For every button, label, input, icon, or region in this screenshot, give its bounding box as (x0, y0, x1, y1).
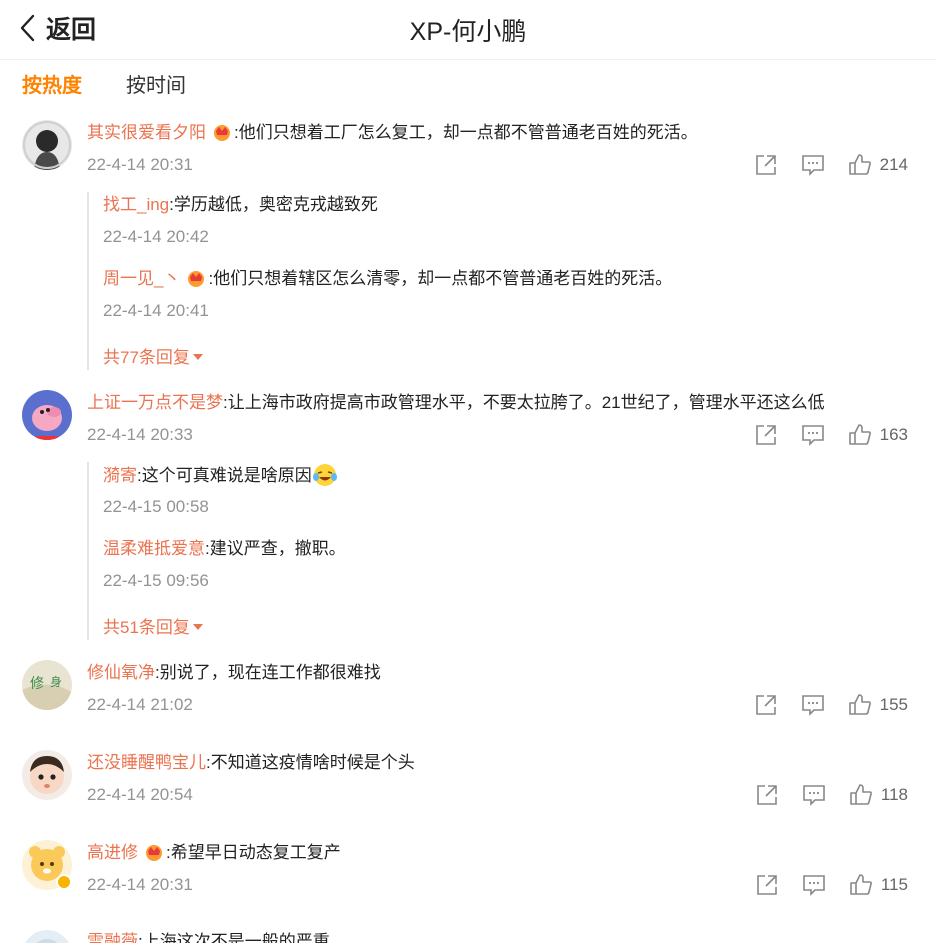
avatar[interactable] (22, 930, 72, 943)
like-icon[interactable] (849, 873, 873, 897)
like-icon[interactable] (848, 423, 872, 447)
comment-username[interactable]: 雪融薇 (87, 932, 138, 943)
comment-time: 22-4-14 20:54 (87, 785, 193, 804)
comment-body: :上海这次不是一般的严重 (138, 932, 330, 943)
like-count: 118 (880, 785, 908, 804)
crown-badge-icon (188, 271, 205, 287)
reply-icon[interactable] (801, 693, 825, 717)
comment-actions: 214 (754, 153, 908, 177)
like-count: 115 (880, 875, 908, 894)
share-icon[interactable] (755, 873, 779, 897)
reply-body: :他们只想着辖区怎么清零，却一点都不管普通老百姓的死活。 (208, 269, 673, 288)
comment-text: 其实很爱看夕阳 :他们只想着工厂怎么复工，却一点都不管普通老百姓的死活。 (87, 121, 876, 145)
comment-time: 22-4-14 20:31 (87, 875, 193, 894)
share-icon[interactable] (754, 423, 778, 447)
comment-time: 22-4-14 20:31 (87, 155, 193, 174)
tab-by-time[interactable]: 按时间 (126, 69, 186, 98)
more-replies-label: 共77条回复 (103, 348, 190, 367)
reply-icon[interactable] (801, 153, 825, 177)
sort-tabs: 按热度 按时间 (22, 68, 230, 98)
comment-item: 高进修 :希望早日动态复工复产 22-4-14 20:31 115 (0, 840, 936, 920)
comment-username[interactable]: 高进修 (87, 843, 138, 862)
verified-badge-icon (56, 874, 72, 890)
laugh-cry-emoji-icon (312, 464, 337, 486)
avatar[interactable] (22, 120, 72, 170)
reply-time: 22-4-15 09:56 (103, 571, 209, 590)
reply-icon[interactable] (801, 423, 825, 447)
avatar[interactable] (22, 390, 72, 440)
avatar[interactable] (22, 750, 72, 800)
reply-text: 温柔难抵爱意:建议严查，撤职。 (103, 537, 346, 561)
comment-item: 修身 修仙氧净:别说了，现在连工作都很难找 22-4-14 21:02 155 (0, 660, 936, 740)
comment-body: :让上海市政府提高市政管理水平，不要太拉胯了。21世纪了，管理水平还这么低 (223, 393, 825, 412)
comment-text: 还没睡醒鸭宝儿:不知道这疫情啥时候是个头 (87, 751, 876, 775)
like-count: 163 (879, 425, 908, 444)
reply-username[interactable]: 周一见_丶 (103, 269, 180, 288)
comment-username[interactable]: 还没睡醒鸭宝儿 (87, 753, 206, 772)
crown-badge-icon (146, 845, 162, 861)
comment-text: 雪融薇:上海这次不是一般的严重 (87, 930, 876, 943)
reply-body: :这个可真难说是啥原因 (137, 466, 312, 485)
comment-item: 上证一万点不是梦:让上海市政府提高市政管理水平，不要太拉胯了。21世纪了，管理水… (0, 390, 936, 645)
comment-text: 修仙氧净:别说了，现在连工作都很难找 (87, 661, 876, 685)
comment-text: 上证一万点不是梦:让上海市政府提高市政管理水平，不要太拉胯了。21世纪了，管理水… (87, 391, 876, 415)
comment-time: 22-4-14 21:02 (87, 695, 193, 714)
more-replies-label: 共51条回复 (103, 618, 190, 637)
like-icon[interactable] (849, 783, 873, 807)
reply-icon[interactable] (802, 783, 826, 807)
reply-text: 漪寄:这个可真难说是啥原因 (103, 463, 338, 488)
reply-icon[interactable] (802, 873, 826, 897)
share-icon[interactable] (754, 153, 778, 177)
comment-actions: 118 (755, 783, 908, 807)
more-replies-link[interactable]: 共51条回复 (103, 613, 203, 638)
top-nav-bar: 返回 XP-何小鹏 (0, 0, 936, 60)
comment-body: :不知道这疫情啥时候是个头 (206, 753, 415, 772)
like-count: 155 (879, 695, 908, 714)
reply-body: :建议严查，撤职。 (205, 539, 346, 558)
share-icon[interactable] (754, 693, 778, 717)
comment-item: 还没睡醒鸭宝儿:不知道这疫情啥时候是个头 22-4-14 20:54 118 (0, 750, 936, 830)
comment-body: :他们只想着工厂怎么复工，却一点都不管普通老百姓的死活。 (234, 123, 698, 142)
reply-username[interactable]: 找工_ing (103, 195, 169, 214)
reply-thread: 找工_ing:学历越低，奥密克戎越致死 22-4-14 20:42 周一见_丶:… (87, 192, 672, 370)
reply-username[interactable]: 温柔难抵爱意 (103, 539, 205, 558)
reply-text: 找工_ing:学历越低，奥密克戎越致死 (103, 193, 378, 217)
like-count: 214 (879, 155, 908, 174)
reply-thread: 漪寄:这个可真难说是啥原因 22-4-15 00:58 温柔难抵爱意:建议严查，… (87, 462, 346, 640)
comment-body: :别说了，现在连工作都很难找 (155, 663, 381, 682)
comment-actions: 163 (754, 423, 908, 447)
reply-time: 22-4-14 20:41 (103, 301, 209, 320)
comment-text: 高进修 :希望早日动态复工复产 (87, 841, 876, 865)
comment-actions: 155 (754, 693, 908, 717)
more-replies-link[interactable]: 共77条回复 (103, 343, 203, 368)
comment-item: 其实很爱看夕阳 :他们只想着工厂怎么复工，却一点都不管普通老百姓的死活。 22-4… (0, 120, 936, 375)
comment-time: 22-4-14 20:33 (87, 425, 193, 444)
caret-down-icon (192, 354, 203, 360)
comment-item: 雪融薇:上海这次不是一般的严重 (0, 930, 936, 943)
page-title: XP-何小鹏 (409, 18, 527, 46)
reply-text: 周一见_丶 :他们只想着辖区怎么清零，却一点都不管普通老百姓的死活。 (103, 267, 672, 291)
tab-by-popularity[interactable]: 按热度 (22, 69, 82, 98)
comment-actions: 115 (755, 873, 908, 897)
reply-time: 22-4-15 00:58 (103, 497, 209, 516)
svg-text:身: 身 (50, 674, 62, 689)
avatar[interactable]: 修身 (22, 660, 72, 710)
crown-badge-icon (214, 125, 230, 141)
reply-username[interactable]: 漪寄 (103, 466, 137, 485)
svg-text:修: 修 (30, 676, 44, 692)
comment-body: :希望早日动态复工复产 (166, 843, 341, 862)
comment-username[interactable]: 修仙氧净 (87, 663, 155, 682)
reply-time: 22-4-14 20:42 (103, 227, 209, 246)
comment-username[interactable]: 其实很爱看夕阳 (87, 123, 206, 142)
like-icon[interactable] (848, 693, 872, 717)
reply-body: :学历越低，奥密克戎越致死 (169, 195, 378, 214)
comment-username[interactable]: 上证一万点不是梦 (87, 393, 223, 412)
caret-down-icon (192, 624, 203, 630)
share-icon[interactable] (755, 783, 779, 807)
like-icon[interactable] (848, 153, 872, 177)
